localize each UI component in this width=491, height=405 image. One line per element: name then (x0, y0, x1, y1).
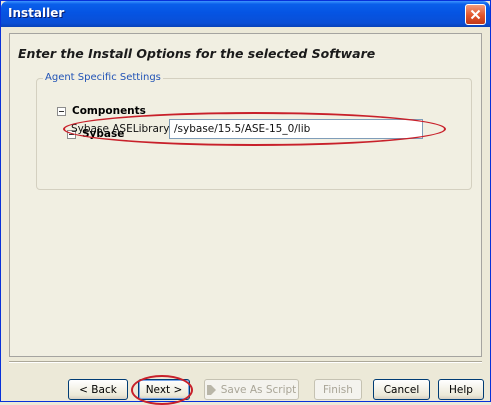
page-heading: Enter the Install Options for the select… (18, 46, 376, 61)
save-as-script-label: Save As Script (220, 383, 297, 396)
button-separator (9, 361, 482, 363)
title-bar[interactable]: Installer (1, 1, 490, 27)
next-highlight-annotation (131, 375, 193, 405)
help-button[interactable]: Help (438, 379, 484, 400)
finish-button[interactable]: Finish (314, 379, 362, 400)
window-title: Installer (8, 6, 65, 20)
collapse-icon[interactable] (57, 106, 66, 116)
close-icon (470, 9, 481, 20)
group-legend: Agent Specific Settings (43, 72, 163, 83)
back-button[interactable]: < Back (68, 379, 128, 400)
script-icon (206, 384, 216, 395)
highlight-annotation (63, 112, 446, 146)
save-as-script-button[interactable]: Save As Script (204, 379, 299, 400)
installer-window: Installer Enter the Install Options for … (0, 0, 491, 405)
options-panel: Enter the Install Options for the select… (9, 33, 482, 357)
cancel-button[interactable]: Cancel (373, 379, 430, 400)
close-button[interactable] (465, 4, 486, 25)
